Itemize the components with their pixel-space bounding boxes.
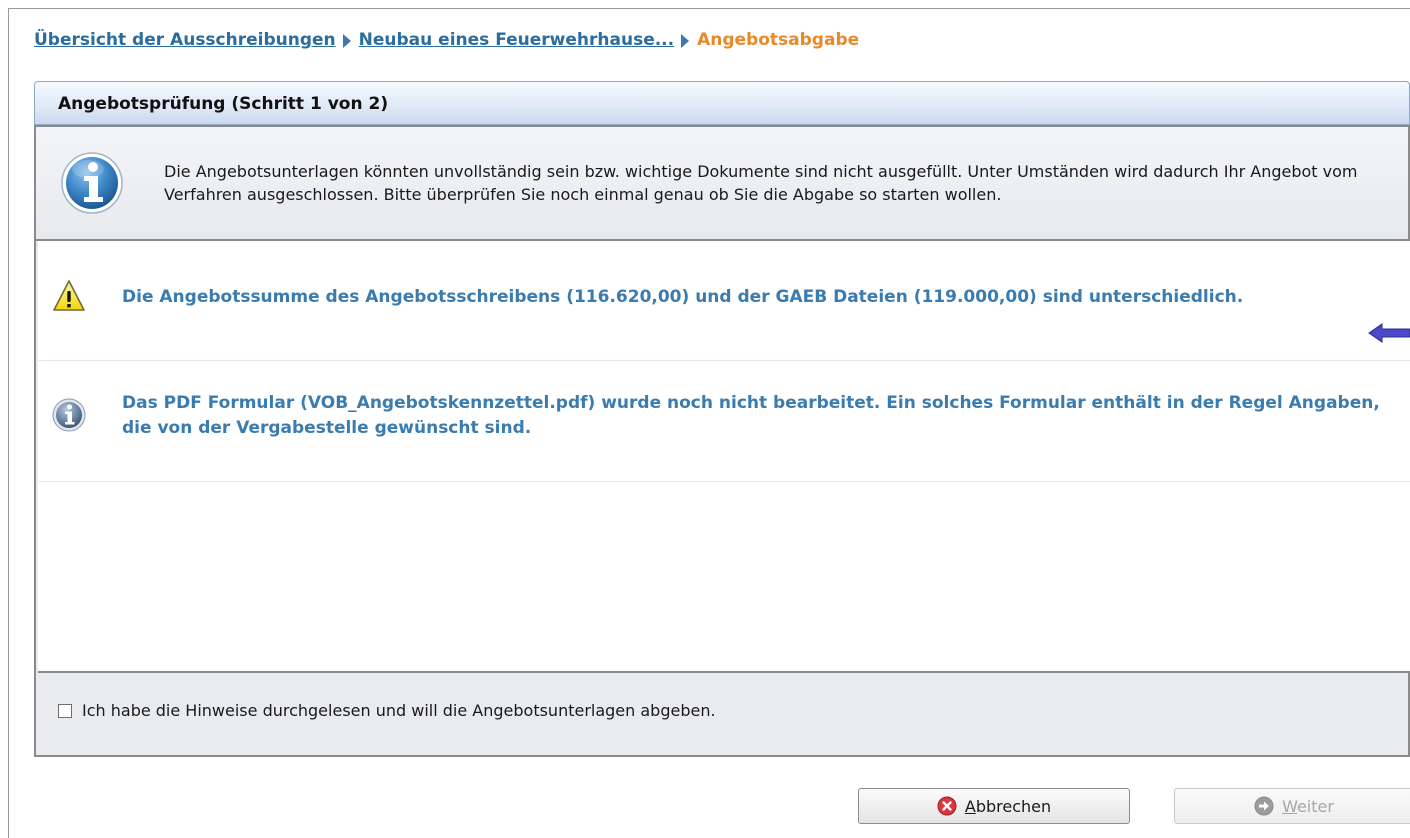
breadcrumb-separator-icon: [342, 34, 351, 48]
info-message: Die Angebotsunterlagen könnten unvollstä…: [164, 162, 1358, 204]
arrow-right-circle-icon: [1254, 796, 1274, 816]
breadcrumb-link-overview[interactable]: Übersicht der Ausschreibungen: [34, 30, 336, 50]
warning-message: Die Angebotssumme des Angebotsschreibens…: [122, 287, 1244, 307]
cancel-icon: [937, 796, 957, 816]
next-button[interactable]: Weiter: [1174, 788, 1410, 824]
breadcrumb-link-project[interactable]: Neubau eines Feuerwehrhause...: [359, 30, 674, 50]
confirm-checkbox-label[interactable]: Ich habe die Hinweise durchgelesen und w…: [82, 701, 716, 720]
panel-body: Die Angebotsunterlagen könnten unvollstä…: [34, 125, 1410, 757]
arrow-left-icon: [1368, 323, 1410, 343]
list-item-info: Das PDF Formular (VOB_Angebotskennzettel…: [38, 361, 1410, 482]
panel-title: Angebotsprüfung (Schritt 1 von 2): [34, 81, 1410, 125]
breadcrumb: Übersicht der Ausschreibungen Neubau ein…: [34, 30, 859, 50]
breadcrumb-current: Angebotsabgabe: [697, 30, 860, 50]
confirm-area: Ich habe die Hinweise durchgelesen und w…: [36, 673, 1408, 755]
offer-check-panel: Angebotsprüfung (Schritt 1 von 2) Die An…: [34, 81, 1410, 757]
cancel-button[interactable]: Abbrechen: [858, 788, 1130, 824]
next-button-label: Weiter: [1282, 796, 1334, 816]
cancel-button-label: Abbrechen: [964, 796, 1052, 816]
warning-icon: [53, 280, 85, 311]
info-banner: Die Angebotsunterlagen könnten unvollstä…: [36, 127, 1408, 241]
info-icon: [61, 152, 123, 214]
list-item-warning: Die Angebotssumme des Angebotsschreibens…: [38, 241, 1410, 361]
confirm-checkbox[interactable]: [58, 704, 72, 718]
info-row-message: Das PDF Formular (VOB_Angebotskennzettel…: [122, 393, 1380, 438]
info-icon: [52, 398, 86, 432]
breadcrumb-separator-icon: [681, 34, 690, 48]
message-list: Die Angebotssumme des Angebotsschreibens…: [38, 241, 1410, 673]
